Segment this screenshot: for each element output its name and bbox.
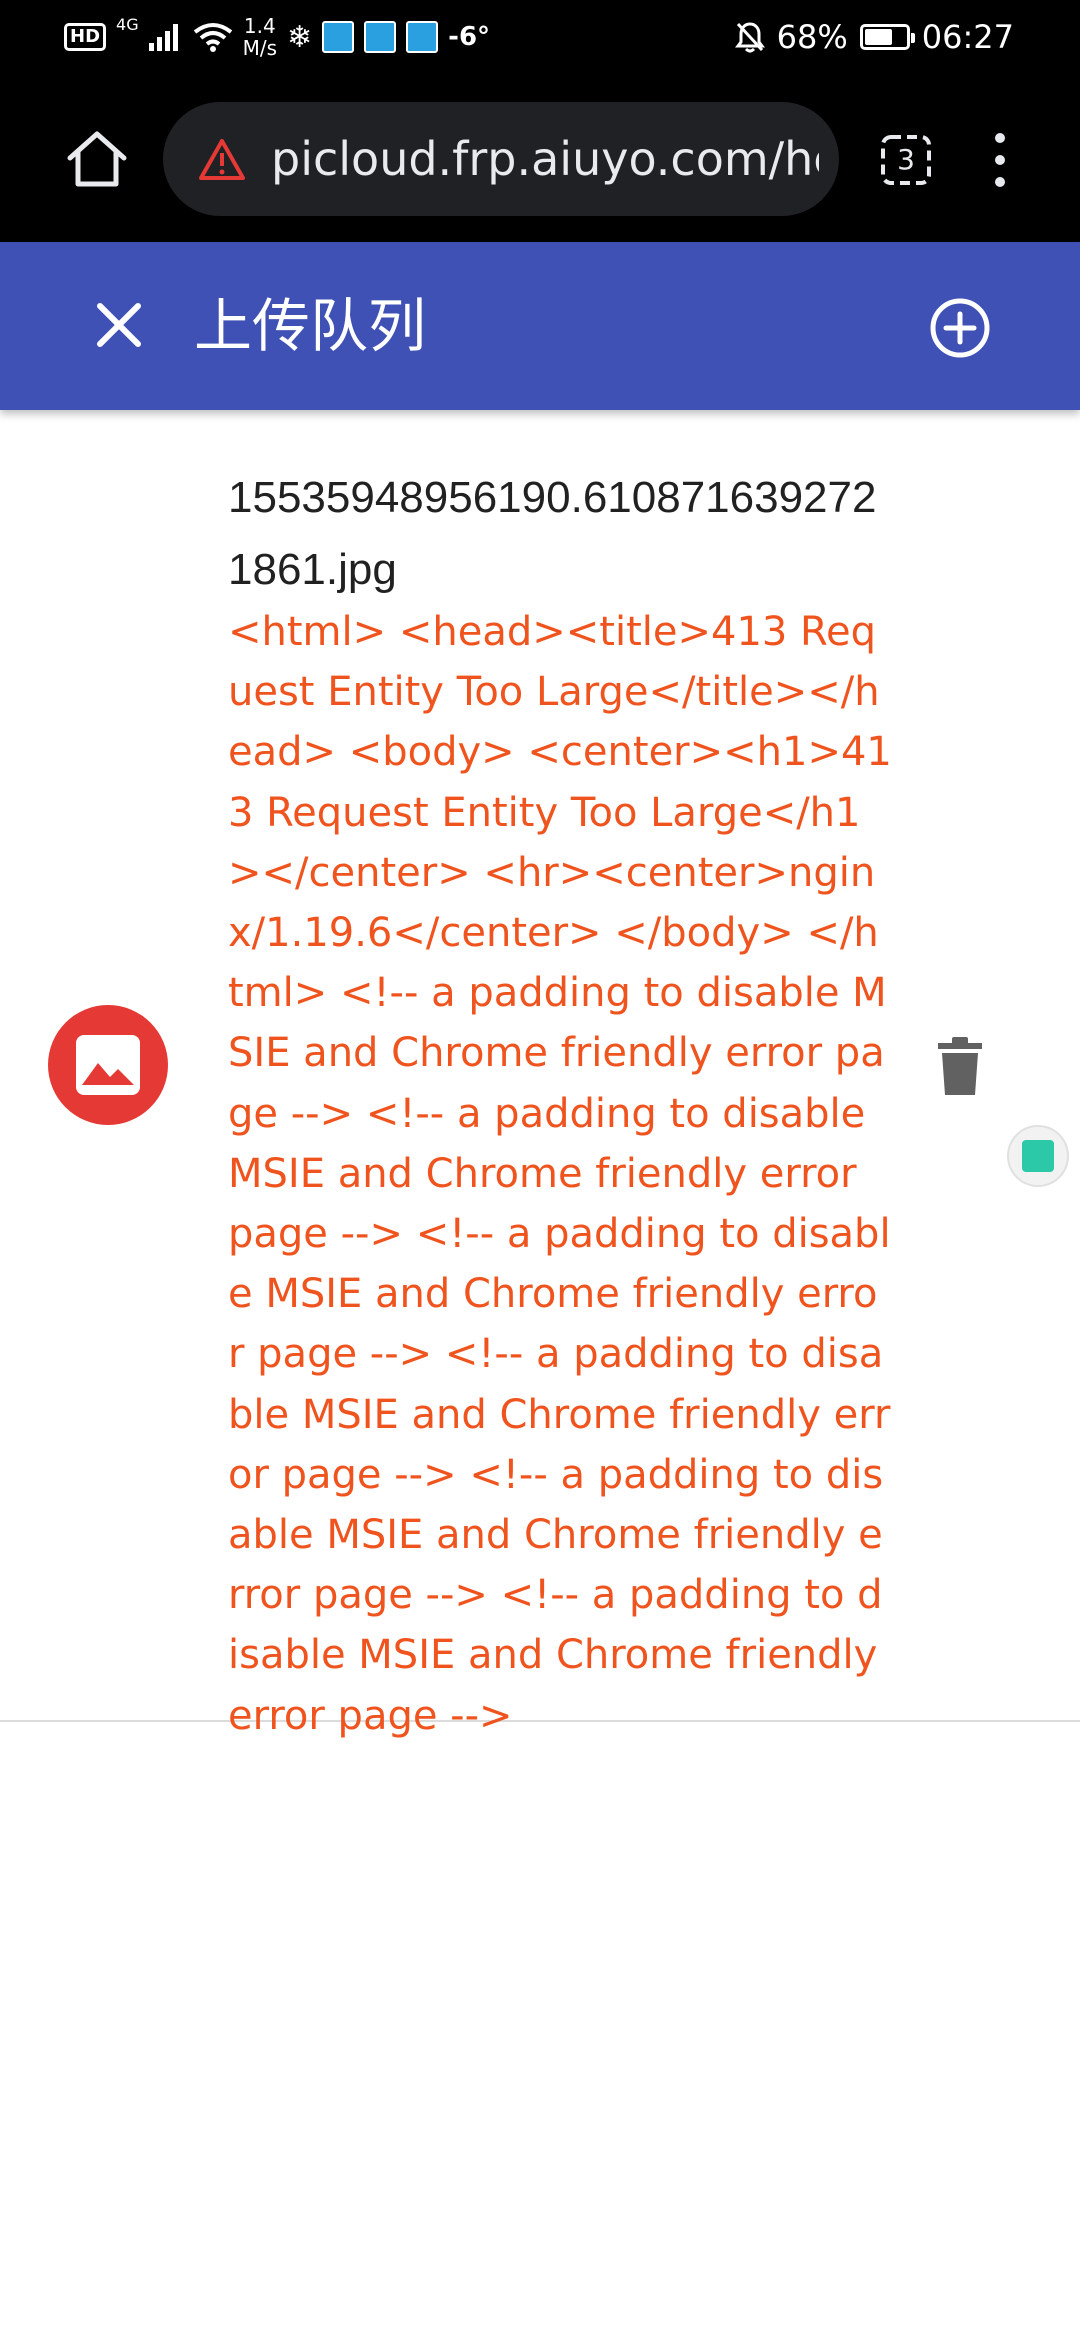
app-notification-icon xyxy=(322,21,355,53)
wifi-icon xyxy=(193,23,232,52)
battery-icon xyxy=(859,24,915,50)
network-type: 4G xyxy=(116,15,139,34)
tab-count: 3 xyxy=(897,143,915,176)
clock: 06:27 xyxy=(921,18,1014,56)
url-text[interactable]: picloud.frp.aiuyo.com/hc xyxy=(271,102,819,216)
delete-icon[interactable] xyxy=(936,1037,984,1097)
tabs-button[interactable]: 3 xyxy=(880,134,932,186)
floating-assistant-button[interactable] xyxy=(1007,1125,1069,1187)
snowflake-icon: ❄ xyxy=(287,19,313,55)
assistant-icon xyxy=(1022,1140,1054,1172)
status-bar: HD 4G 1.4 M/s ❄ -6° 68% 06:27 xyxy=(0,0,1080,74)
app-notification-icon xyxy=(406,21,439,53)
browser-toolbar: picloud.frp.aiuyo.com/hc 3 xyxy=(0,74,1080,242)
temperature: -6° xyxy=(448,22,491,52)
home-icon[interactable] xyxy=(62,124,132,194)
more-vert-icon[interactable] xyxy=(985,130,1015,190)
signal-icon xyxy=(148,24,178,51)
status-right: 68% 06:27 xyxy=(734,0,1014,74)
bell-off-icon xyxy=(734,22,765,53)
image-icon xyxy=(76,1035,140,1095)
file-name: 15535948956190.6108716392721861.jpg xyxy=(228,473,877,594)
app-notification-icon xyxy=(364,21,397,53)
file-thumbnail xyxy=(48,1005,168,1125)
hd-badge: HD xyxy=(64,23,107,51)
app-header xyxy=(0,242,1080,410)
battery-level xyxy=(864,29,892,45)
upload-error-message: <html> <head><title>413 Request Entity T… xyxy=(228,609,892,1739)
net-speed: 1.4 M/s xyxy=(242,14,278,60)
status-left: HD 4G 1.4 M/s ❄ -6° xyxy=(64,0,490,74)
page-title: 上传队列 xyxy=(194,292,427,360)
add-circle-icon[interactable] xyxy=(928,296,992,360)
warning-icon[interactable] xyxy=(199,138,245,180)
battery-percent: 68% xyxy=(776,18,848,56)
close-icon[interactable] xyxy=(92,298,146,352)
address-bar[interactable]: picloud.frp.aiuyo.com/hc xyxy=(163,102,839,216)
upload-list-item[interactable]: 15535948956190.6108716392721861.jpg <htm… xyxy=(0,410,1080,1739)
